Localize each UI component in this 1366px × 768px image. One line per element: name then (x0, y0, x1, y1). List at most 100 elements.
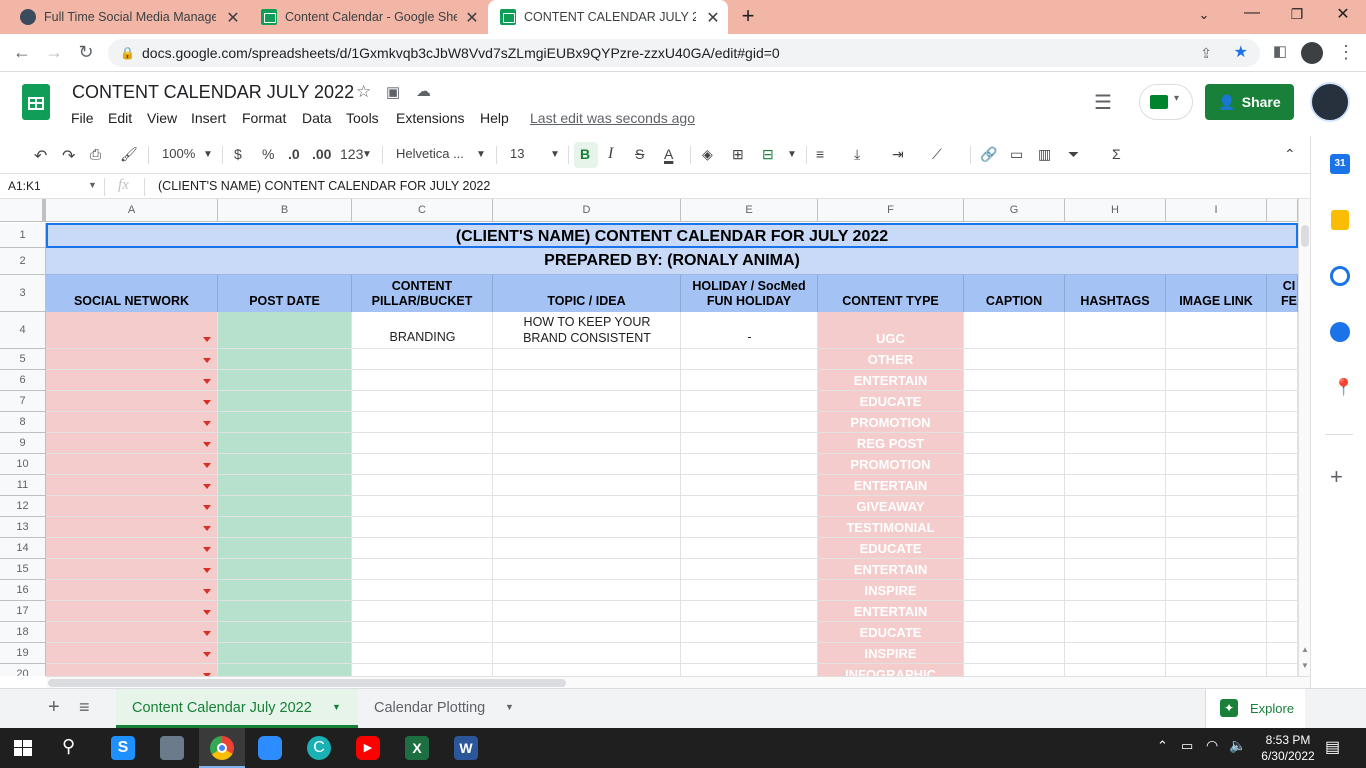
grid-cell[interactable]: INFOGRAPHIC (818, 664, 964, 676)
grid-cell[interactable] (1166, 622, 1267, 643)
grid-cell[interactable] (493, 433, 681, 454)
dropdown-arrow-icon[interactable] (203, 589, 211, 594)
row-header[interactable]: 15 (0, 559, 46, 580)
grid-cell[interactable]: ENTERTAIN (818, 370, 964, 391)
strikethrough-icon[interactable]: S (635, 146, 644, 162)
grid-cell[interactable] (1065, 601, 1166, 622)
column-header[interactable]: D (493, 199, 681, 222)
search-icon[interactable]: ⚲ (62, 736, 75, 757)
grid-cell[interactable] (46, 643, 218, 664)
grid-cell[interactable] (681, 349, 818, 370)
borders-icon[interactable]: ⊞ (732, 146, 744, 163)
grid-cell[interactable] (352, 601, 493, 622)
cloud-status-icon[interactable]: ☁ (416, 82, 431, 100)
header-content-pillar[interactable]: CONTENT PILLAR/BUCKET (352, 275, 493, 312)
grid-cell[interactable] (493, 391, 681, 412)
grid-cell[interactable] (352, 433, 493, 454)
grid-cell[interactable] (1065, 580, 1166, 601)
grid-cell[interactable] (218, 391, 352, 412)
grid-cell[interactable] (218, 496, 352, 517)
grid-cell[interactable] (1166, 517, 1267, 538)
close-tab-icon[interactable]: ✕ (463, 8, 481, 28)
dropdown-arrow-icon[interactable] (203, 358, 211, 363)
row-header[interactable]: 5 (0, 349, 46, 370)
header-social-network[interactable]: SOCIAL NETWORK (46, 275, 218, 312)
row-header[interactable]: 18 (0, 622, 46, 643)
menu-extensions[interactable]: Extensions (396, 110, 464, 126)
grid-cell[interactable] (352, 370, 493, 391)
grid-cell[interactable]: EDUCATE (818, 622, 964, 643)
grid-cell[interactable] (1267, 622, 1298, 643)
dropdown-arrow-icon[interactable] (203, 526, 211, 531)
grid-cell[interactable]: UGC (818, 312, 964, 349)
header-post-date[interactable]: POST DATE (218, 275, 352, 312)
row-header[interactable]: 19 (0, 643, 46, 664)
functions-icon[interactable]: Σ (1112, 146, 1121, 162)
menu-insert[interactable]: Insert (191, 110, 226, 126)
grid-cell[interactable] (1166, 538, 1267, 559)
grid-cell[interactable] (218, 622, 352, 643)
zoom-select[interactable]: 100% (162, 146, 195, 161)
dropdown-arrow-icon[interactable] (203, 505, 211, 510)
grid-cell[interactable] (352, 496, 493, 517)
name-box[interactable]: A1:K1 (8, 179, 41, 193)
horizontal-scroll-thumb[interactable] (48, 679, 566, 687)
prepared-by-cell[interactable]: PREPARED BY: (RONALY ANIMA) (46, 248, 1298, 275)
grid-cell[interactable] (964, 622, 1065, 643)
grid-cell[interactable] (46, 559, 218, 580)
grid-cell[interactable] (218, 601, 352, 622)
menu-data[interactable]: Data (302, 110, 332, 126)
pillar-cell-row4[interactable]: BRANDING (352, 330, 493, 344)
grid-cell[interactable] (681, 412, 818, 433)
bookmark-star-icon[interactable]: ★ (1234, 39, 1248, 67)
grid-cell[interactable] (1166, 580, 1267, 601)
row-header[interactable]: 12 (0, 496, 46, 517)
grid-cell[interactable] (681, 643, 818, 664)
horizontal-scrollbar[interactable] (46, 676, 1310, 688)
add-sheet-icon[interactable]: + (48, 696, 60, 719)
canva-icon[interactable]: C (307, 736, 331, 760)
row-header[interactable]: 16 (0, 580, 46, 601)
grid-cell[interactable]: EDUCATE (818, 391, 964, 412)
grid-cell[interactable] (493, 538, 681, 559)
row-header[interactable]: 1 (0, 223, 46, 248)
browser-menu-icon[interactable]: ⋮ (1334, 42, 1358, 63)
grid-cell[interactable] (1267, 580, 1298, 601)
grid-cell[interactable] (1166, 664, 1267, 676)
grid-cell[interactable] (352, 664, 493, 676)
grid-cell[interactable]: GIVEAWAY (818, 496, 964, 517)
youtube-icon[interactable]: ▶ (356, 736, 380, 760)
print-icon[interactable]: ⎙ (90, 146, 101, 163)
decrease-decimal-button[interactable]: .0 (288, 146, 300, 162)
grid-cell[interactable] (1166, 475, 1267, 496)
chevron-down-icon[interactable]: ▼ (505, 702, 514, 712)
excel-icon[interactable]: X (405, 736, 429, 760)
grid-cell[interactable] (46, 580, 218, 601)
redo-icon[interactable]: ↷ (62, 146, 75, 166)
back-icon[interactable]: ← (10, 42, 34, 63)
grid-cell[interactable] (352, 643, 493, 664)
column-header[interactable]: C (352, 199, 493, 222)
grid-cell[interactable] (1267, 349, 1298, 370)
row-header[interactable]: 3 (0, 275, 46, 312)
font-size-select[interactable]: 13 (510, 146, 524, 161)
grid-cell[interactable] (1166, 433, 1267, 454)
fill-color-icon[interactable]: ◈ (702, 146, 713, 163)
grid-cell[interactable] (218, 559, 352, 580)
grid-cell[interactable] (1267, 454, 1298, 475)
column-header[interactable]: G (964, 199, 1065, 222)
grid-cell[interactable] (681, 391, 818, 412)
row-header[interactable]: 8 (0, 412, 46, 433)
header-image-link[interactable]: IMAGE LINK (1166, 275, 1267, 312)
dropdown-arrow-icon[interactable] (203, 610, 211, 615)
grid-cell[interactable] (1267, 601, 1298, 622)
profile-avatar[interactable] (1301, 42, 1323, 64)
grid-cell[interactable] (352, 475, 493, 496)
dropdown-arrow-icon[interactable] (203, 484, 211, 489)
grid-cell[interactable] (1166, 370, 1267, 391)
forward-icon[interactable]: → (42, 42, 66, 63)
menu-tools[interactable]: Tools (346, 110, 379, 126)
column-header[interactable]: A (46, 199, 218, 222)
header-holiday[interactable]: HOLIDAY / SocMed FUN HOLIDAY (681, 275, 818, 312)
grid-cell[interactable] (493, 622, 681, 643)
